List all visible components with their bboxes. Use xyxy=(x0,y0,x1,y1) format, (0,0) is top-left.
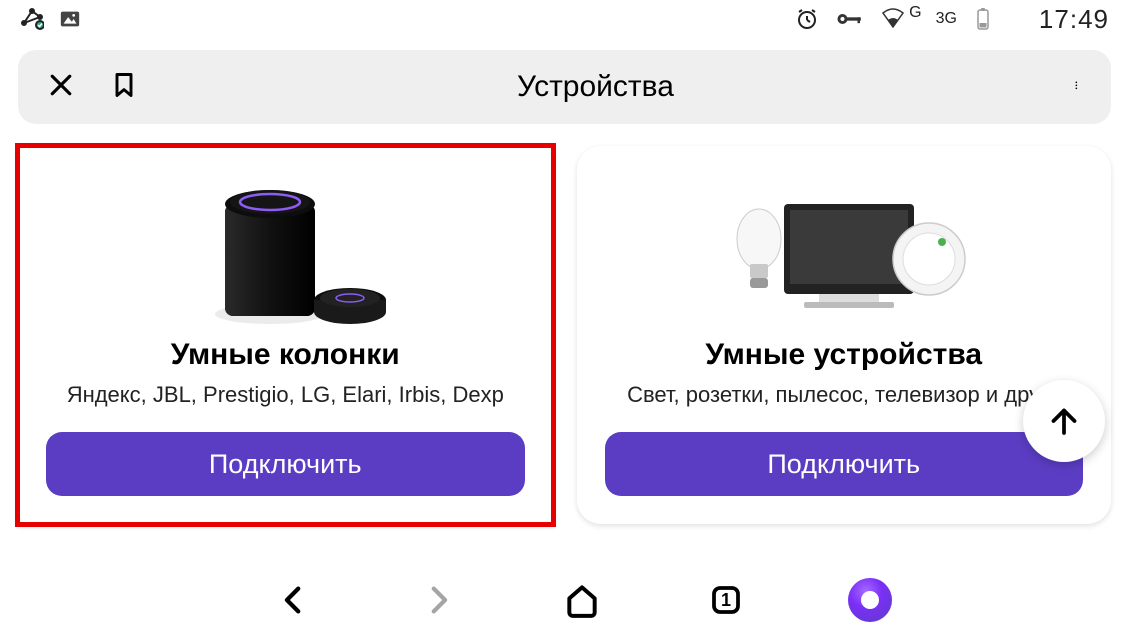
nav-alice-button[interactable] xyxy=(846,576,894,624)
card-title: Умные колонки xyxy=(171,338,400,372)
wifi-icon xyxy=(881,7,905,31)
alarm-icon xyxy=(795,7,819,31)
nav-tabs-button[interactable]: 1 xyxy=(702,576,750,624)
card-title: Умные устройства xyxy=(705,338,982,372)
card-smart-speakers[interactable]: Умные колонки Яндекс, JBL, Prestigio, LG… xyxy=(18,146,553,524)
nav-home-button[interactable] xyxy=(558,576,606,624)
card-subtitle: Свет, розетки, пылесос, телевизор и друг… xyxy=(627,382,1060,408)
card-subtitle: Яндекс, JBL, Prestigio, LG, Elari, Irbis… xyxy=(67,382,504,408)
connect-devices-button[interactable]: Подключить xyxy=(605,432,1084,496)
status-bar: G 3G 17:49 xyxy=(0,0,1129,38)
network-g-label: G xyxy=(909,4,921,22)
share-icon xyxy=(20,7,44,31)
connect-speakers-button[interactable]: Подключить xyxy=(46,432,525,496)
card-smart-devices[interactable]: Умные устройства Свет, розетки, пылесос,… xyxy=(577,146,1112,524)
alice-icon xyxy=(848,578,892,622)
device-cards: Умные колонки Яндекс, JBL, Prestigio, LG… xyxy=(0,124,1129,524)
bottom-nav: 1 xyxy=(0,565,1129,635)
nav-back-button[interactable] xyxy=(270,576,318,624)
smart-speaker-illustration xyxy=(46,164,525,334)
network-3g-label: 3G xyxy=(936,10,957,28)
page-header: Устройства xyxy=(18,50,1111,124)
smart-devices-illustration xyxy=(605,164,1084,334)
nav-forward-button[interactable] xyxy=(414,576,462,624)
vpn-key-icon xyxy=(833,7,867,31)
page-title: Устройства xyxy=(517,70,674,104)
tabs-count: 1 xyxy=(721,590,731,611)
more-menu-button[interactable] xyxy=(1053,70,1083,105)
bookmark-button[interactable] xyxy=(110,70,138,105)
close-button[interactable] xyxy=(46,70,76,105)
clock: 17:49 xyxy=(1009,4,1109,35)
gallery-icon xyxy=(58,7,82,31)
scroll-top-button[interactable] xyxy=(1023,380,1105,462)
battery-icon xyxy=(971,7,995,31)
